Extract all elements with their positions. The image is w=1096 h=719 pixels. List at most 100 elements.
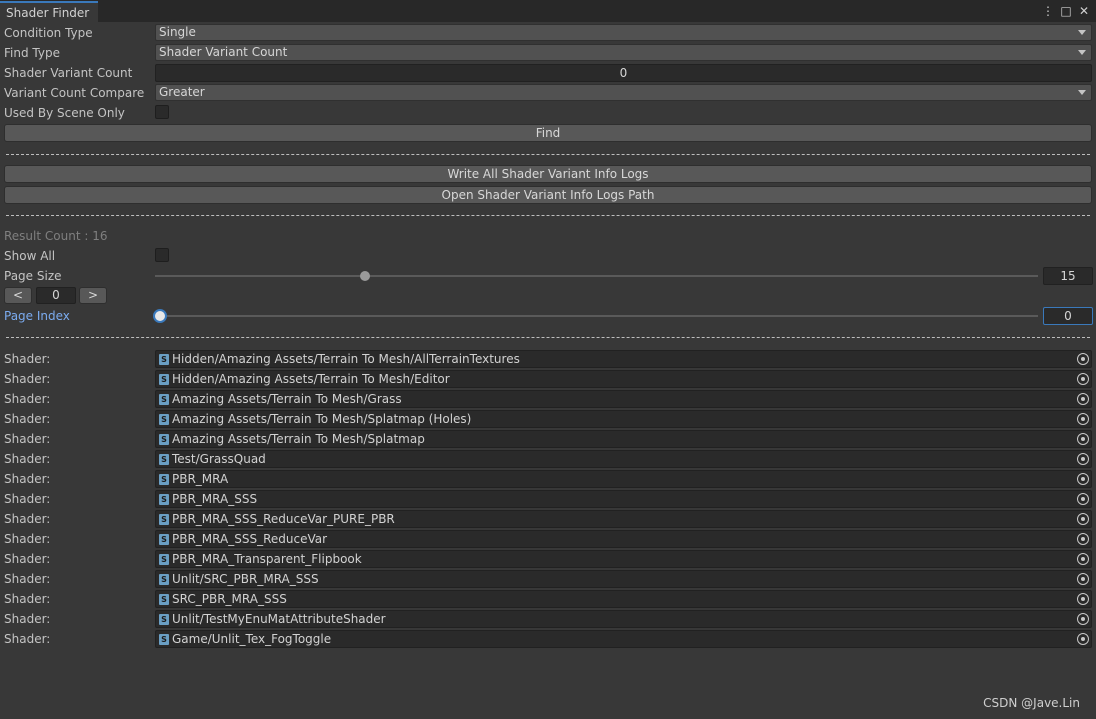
shader-object-field[interactable]: S PBR_MRA xyxy=(155,470,1092,488)
object-picker-icon[interactable] xyxy=(1077,433,1089,445)
shader-name: PBR_MRA_SSS xyxy=(172,492,258,506)
page-index-input[interactable]: 0 xyxy=(1043,307,1093,325)
condition-type-dropdown[interactable]: Single xyxy=(155,24,1092,41)
object-picker-icon[interactable] xyxy=(1077,373,1089,385)
find-type-row: Find Type Shader Variant Count xyxy=(0,43,1096,63)
chevron-down-icon xyxy=(1078,50,1086,55)
used-by-scene-only-label: Used By Scene Only xyxy=(4,106,125,120)
shader-object-field[interactable]: S PBR_MRA_Transparent_Flipbook xyxy=(155,550,1092,568)
shader-variant-count-label: Shader Variant Count xyxy=(4,66,133,80)
page-index-label: Page Index xyxy=(4,309,70,323)
object-picker-icon[interactable] xyxy=(1077,513,1089,525)
page-index-row: Page Index 0 xyxy=(0,306,1096,326)
show-all-checkbox[interactable] xyxy=(155,248,169,262)
shader-object-field[interactable]: S Unlit/TestMyEnuMatAttributeShader xyxy=(155,610,1092,628)
show-all-label: Show All xyxy=(4,249,56,263)
shader-file-icon: S xyxy=(159,474,169,485)
object-picker-icon[interactable] xyxy=(1077,473,1089,485)
shader-file-icon: S xyxy=(159,554,169,565)
condition-type-label: Condition Type xyxy=(4,26,93,40)
prev-page-button[interactable]: < xyxy=(4,287,32,304)
shader-object-field[interactable]: S PBR_MRA_SSS_ReduceVar xyxy=(155,530,1092,548)
shader-object-field[interactable]: S Hidden/Amazing Assets/Terrain To Mesh/E… xyxy=(155,370,1092,388)
shader-row: Shader: S Unlit/TestMyEnuMatAttributeShade… xyxy=(0,609,1096,629)
find-button[interactable]: Find xyxy=(4,124,1092,142)
shader-file-icon: S xyxy=(159,614,169,625)
shader-object-field[interactable]: S Hidden/Amazing Assets/Terrain To Mesh/A… xyxy=(155,350,1092,368)
close-icon[interactable]: ✕ xyxy=(1078,3,1090,19)
write-logs-button[interactable]: Write All Shader Variant Info Logs xyxy=(4,165,1092,183)
shader-name: SRC_PBR_MRA_SSS xyxy=(172,592,287,606)
object-picker-icon[interactable] xyxy=(1077,453,1089,465)
shader-file-icon: S xyxy=(159,394,169,405)
object-picker-icon[interactable] xyxy=(1077,413,1089,425)
object-picker-icon[interactable] xyxy=(1077,613,1089,625)
page-size-input[interactable]: 15 xyxy=(1043,267,1093,285)
shader-name: Unlit/TestMyEnuMatAttributeShader xyxy=(172,612,386,626)
shader-file-icon: S xyxy=(159,494,169,505)
separator xyxy=(6,337,1090,338)
shader-name: PBR_MRA_SSS_ReduceVar xyxy=(172,532,328,546)
shader-object-field[interactable]: S Amazing Assets/Terrain To Mesh/Splatmap xyxy=(155,430,1092,448)
shader-row: Shader: S Test/GrassQuad xyxy=(0,449,1096,469)
object-picker-icon[interactable] xyxy=(1077,353,1089,365)
page-size-slider-handle[interactable] xyxy=(360,271,370,281)
shader-object-field[interactable]: S SRC_PBR_MRA_SSS xyxy=(155,590,1092,608)
shader-row-label: Shader: xyxy=(4,632,51,646)
shader-row: Shader: S PBR_MRA_SSS xyxy=(0,489,1096,509)
shader-variant-count-row: Shader Variant Count 0 xyxy=(0,63,1096,83)
shader-row-label: Shader: xyxy=(4,472,51,486)
shader-object-field[interactable]: S Unlit/SRC_PBR_MRA_SSS xyxy=(155,570,1092,588)
shader-object-field[interactable]: S Amazing Assets/Terrain To Mesh/Grass xyxy=(155,390,1092,408)
page-index-slider-track[interactable] xyxy=(155,315,1038,317)
find-type-dropdown[interactable]: Shader Variant Count xyxy=(155,44,1092,61)
page-number-field[interactable]: 0 xyxy=(36,287,76,304)
result-count-label: Result Count : 16 xyxy=(4,229,108,243)
shader-object-field[interactable]: S PBR_MRA_SSS_ReduceVar_PURE_PBR xyxy=(155,510,1092,528)
chevron-down-icon xyxy=(1078,30,1086,35)
used-by-scene-only-checkbox[interactable] xyxy=(155,105,169,119)
window-titlebar: Shader Finder ⋮ □ ✕ xyxy=(0,0,1096,22)
page-size-slider-track[interactable] xyxy=(155,275,1038,277)
page-index-slider-handle[interactable] xyxy=(153,309,167,323)
shader-row-label: Shader: xyxy=(4,612,51,626)
shader-row-label: Shader: xyxy=(4,392,51,406)
watermark: CSDN @Jave.Lin xyxy=(983,696,1080,710)
next-page-button[interactable]: > xyxy=(79,287,107,304)
object-picker-icon[interactable] xyxy=(1077,633,1089,645)
shader-object-field[interactable]: S Test/GrassQuad xyxy=(155,450,1092,468)
result-count-row: Result Count : 16 xyxy=(0,226,1096,246)
variant-count-compare-dropdown[interactable]: Greater xyxy=(155,84,1092,101)
find-type-value: Shader Variant Count xyxy=(159,45,288,59)
find-row: Find xyxy=(0,123,1096,143)
more-icon[interactable]: ⋮ xyxy=(1042,3,1054,19)
shader-file-icon: S xyxy=(159,354,169,365)
condition-type-row: Condition Type Single xyxy=(0,23,1096,43)
shader-file-icon: S xyxy=(159,594,169,605)
shader-row-label: Shader: xyxy=(4,372,51,386)
page-size-label: Page Size xyxy=(4,269,62,283)
shader-row: Shader: S PBR_MRA_SSS_ReduceVar_PURE_PBR xyxy=(0,509,1096,529)
object-picker-icon[interactable] xyxy=(1077,393,1089,405)
object-picker-icon[interactable] xyxy=(1077,553,1089,565)
maximize-icon[interactable]: □ xyxy=(1060,3,1072,19)
open-logs-path-button[interactable]: Open Shader Variant Info Logs Path xyxy=(4,186,1092,204)
window-controls: ⋮ □ ✕ xyxy=(1042,3,1090,19)
shader-object-field[interactable]: S Amazing Assets/Terrain To Mesh/Splatmap… xyxy=(155,410,1092,428)
object-picker-icon[interactable] xyxy=(1077,573,1089,585)
shader-row-label: Shader: xyxy=(4,412,51,426)
shader-file-icon: S xyxy=(159,374,169,385)
tab-shader-finder[interactable]: Shader Finder xyxy=(0,1,98,22)
pager-row: < 0 > xyxy=(0,286,1096,306)
object-picker-icon[interactable] xyxy=(1077,593,1089,605)
shader-row: Shader: S PBR_MRA_Transparent_Flipbook xyxy=(0,549,1096,569)
shader-row-label: Shader: xyxy=(4,592,51,606)
shader-object-field[interactable]: S PBR_MRA_SSS xyxy=(155,490,1092,508)
shader-row-label: Shader: xyxy=(4,572,51,586)
shader-object-field[interactable]: S Game/Unlit_Tex_FogToggle xyxy=(155,630,1092,648)
object-picker-icon[interactable] xyxy=(1077,533,1089,545)
shader-variant-count-input[interactable]: 0 xyxy=(155,64,1092,82)
object-picker-icon[interactable] xyxy=(1077,493,1089,505)
show-all-row: Show All xyxy=(0,246,1096,266)
shader-name: PBR_MRA_SSS_ReduceVar_PURE_PBR xyxy=(172,512,395,526)
